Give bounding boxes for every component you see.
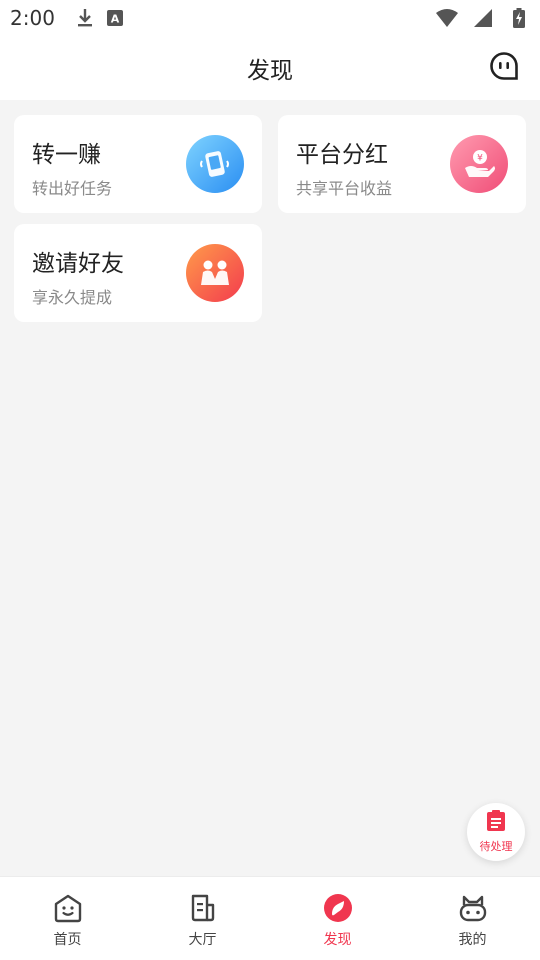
hand-yen-icon: ¥ xyxy=(450,135,508,193)
nav-item-home[interactable]: 首页 xyxy=(0,877,135,960)
card-title: 平台分红 xyxy=(296,142,388,168)
card-platform-dividend[interactable]: 平台分红 共享平台收益 ¥ xyxy=(278,115,526,213)
profile-cat-icon xyxy=(458,893,488,927)
nav-label-hall: 大厅 xyxy=(188,932,217,948)
card-invite-friends[interactable]: 邀请好友 享永久提成 xyxy=(14,224,262,322)
nav-item-hall[interactable]: 大厅 xyxy=(135,877,270,960)
status-time: 2:00 xyxy=(10,6,55,30)
a-font-icon: A xyxy=(104,7,126,29)
home-face-icon xyxy=(53,893,83,927)
page-title: 发现 xyxy=(247,58,293,84)
friends-icon xyxy=(186,244,244,302)
card-subtitle: 转出好任务 xyxy=(32,179,113,198)
header: 发现 xyxy=(0,36,540,100)
nav-item-discover[interactable]: 发现 xyxy=(270,877,405,960)
download-icon xyxy=(74,7,96,29)
card-zhuan-yi-zhuan[interactable]: 转一赚 转出好任务 xyxy=(14,115,262,213)
card-title: 邀请好友 xyxy=(32,251,124,277)
status-bar: 2:00 A xyxy=(0,0,540,36)
phone-share-icon xyxy=(186,135,244,193)
clipboard-icon xyxy=(486,810,506,836)
bottom-nav: 首页 大厅 发现 我的 xyxy=(0,876,540,960)
svg-text:¥: ¥ xyxy=(477,154,483,164)
nav-label-home: 首页 xyxy=(53,932,82,948)
card-title: 转一赚 xyxy=(32,142,101,168)
chat-bubble-icon xyxy=(489,51,519,85)
nav-label-discover: 发现 xyxy=(323,932,352,948)
wifi-icon xyxy=(436,7,458,29)
nav-label-mine: 我的 xyxy=(458,932,487,948)
card-subtitle: 共享平台收益 xyxy=(296,179,393,198)
nav-item-mine[interactable]: 我的 xyxy=(405,877,540,960)
pending-button[interactable]: 待处理 xyxy=(467,803,525,861)
card-subtitle: 享永久提成 xyxy=(32,288,113,307)
chat-button[interactable] xyxy=(488,52,520,84)
hall-icon xyxy=(188,893,218,927)
signal-icon xyxy=(472,7,494,29)
pending-label: 待处理 xyxy=(479,840,513,853)
compass-icon xyxy=(323,893,353,927)
battery-charging-icon xyxy=(508,7,530,29)
svg-text:A: A xyxy=(111,13,120,26)
